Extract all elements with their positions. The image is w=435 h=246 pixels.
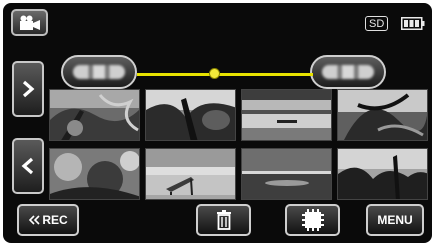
delete-button[interactable] [196, 204, 251, 236]
next-date-button[interactable] [310, 55, 386, 89]
date-slider-handle[interactable] [208, 68, 220, 79]
next-page-button[interactable] [12, 61, 44, 117]
double-chevron-left-icon [29, 215, 40, 225]
stop-button[interactable] [285, 204, 340, 236]
thumbnail-tree-sky[interactable] [145, 89, 236, 141]
video-mode-button[interactable] [11, 9, 48, 36]
battery-icon [401, 17, 425, 30]
stop-icon [301, 209, 324, 231]
thumbnail-beach-chair[interactable] [145, 148, 236, 200]
camera-screen: SD REC MENU [3, 3, 432, 243]
thumbnail-foliage[interactable] [49, 148, 140, 200]
chevron-right-icon [22, 80, 35, 98]
rec-label: REC [42, 213, 68, 227]
date-blurred-icon [322, 65, 374, 79]
menu-label: MENU [377, 213, 413, 227]
sd-card-badge: SD [365, 16, 389, 31]
menu-button[interactable]: MENU [366, 204, 424, 236]
thumbnail-tree-silhouette[interactable] [337, 148, 428, 200]
video-camera-icon [19, 15, 40, 30]
previous-page-button[interactable] [12, 138, 44, 194]
rec-button[interactable]: REC [17, 204, 79, 236]
current-date-label [194, 49, 234, 62]
thumbnail-sea-sunset[interactable] [241, 148, 332, 200]
thumbnail-horizon-water[interactable] [241, 89, 332, 141]
thumbnail-palm-fronds[interactable] [337, 89, 428, 141]
chevron-left-icon [21, 157, 34, 175]
trash-icon [216, 210, 231, 230]
thumbnail-palm-leaves[interactable] [49, 89, 140, 141]
date-slider-track[interactable] [137, 73, 313, 76]
previous-date-button[interactable] [61, 55, 137, 89]
date-blurred-icon [73, 65, 125, 79]
